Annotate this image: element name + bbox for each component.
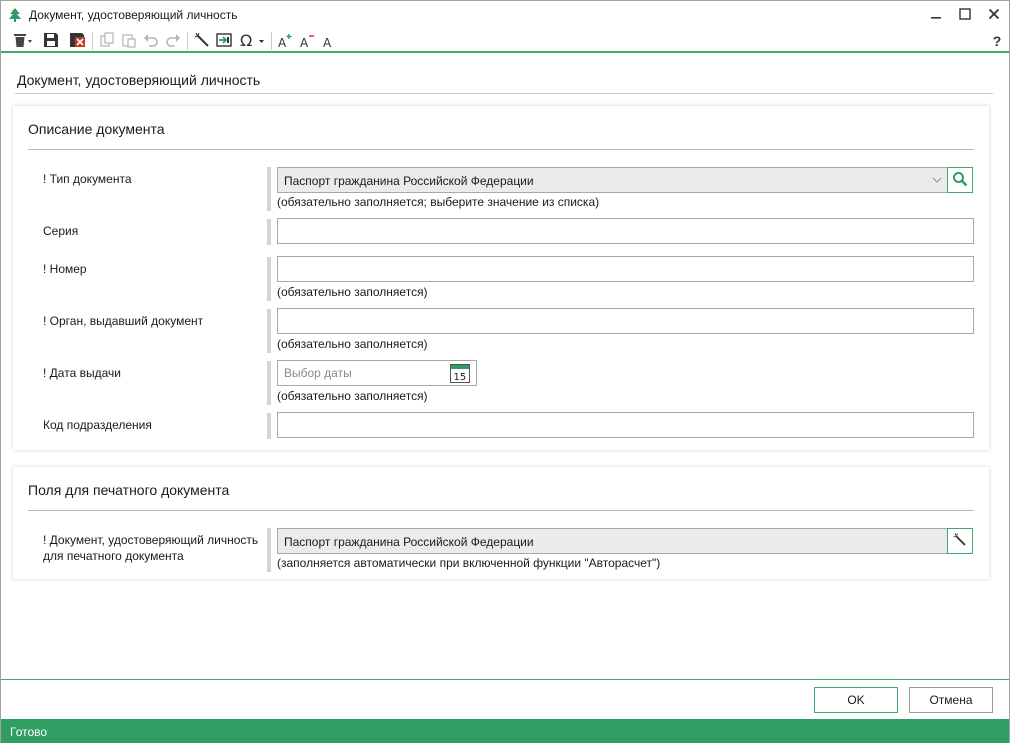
doc-type-select[interactable]: Паспорт гражданина Российской Федерации bbox=[277, 167, 948, 193]
paste-icon bbox=[121, 32, 137, 51]
svg-text:A: A bbox=[300, 36, 309, 48]
doc-type-value: Паспорт гражданина Российской Федерации bbox=[284, 174, 534, 188]
magic-wand-icon bbox=[194, 32, 210, 51]
delete-icon bbox=[12, 32, 34, 51]
print-doc-label-line1: ! Документ, удостоверяющий личность bbox=[43, 533, 259, 547]
save-close-icon bbox=[69, 32, 85, 51]
svg-text:A: A bbox=[278, 36, 287, 48]
series-field[interactable] bbox=[277, 218, 974, 244]
undo-icon bbox=[143, 32, 159, 51]
issue-date-input[interactable] bbox=[278, 361, 448, 385]
help-button[interactable]: ? bbox=[987, 31, 1007, 51]
panel-title: Описание документа bbox=[28, 121, 165, 137]
document-description-panel: Описание документа ! Тип документа Паспо… bbox=[13, 106, 989, 450]
print-doc-field[interactable]: Паспорт гражданина Российской Федерации bbox=[277, 528, 948, 554]
cancel-button[interactable]: Отмена bbox=[909, 687, 993, 713]
undo-button[interactable] bbox=[141, 31, 161, 51]
minimize-button[interactable] bbox=[925, 5, 947, 25]
print-doc-value: Паспорт гражданина Российской Федерации bbox=[284, 535, 534, 549]
maximize-icon bbox=[959, 7, 971, 23]
special-chars-button[interactable]: Ω bbox=[238, 31, 266, 51]
issuer-input[interactable] bbox=[278, 309, 973, 333]
magic-wand-icon bbox=[953, 532, 967, 550]
font-decrease-button[interactable]: A bbox=[297, 31, 317, 51]
toolbar-separator bbox=[187, 32, 188, 50]
redo-button[interactable] bbox=[163, 31, 183, 51]
search-icon bbox=[952, 171, 968, 190]
number-label: ! Номер bbox=[43, 262, 87, 276]
field-marker bbox=[267, 413, 271, 439]
doc-type-hint: (обязательно заполняется; выберите значе… bbox=[277, 195, 600, 209]
insert-field-button[interactable] bbox=[214, 31, 234, 51]
font-increase-icon: A bbox=[277, 32, 293, 51]
svg-text:A: A bbox=[323, 36, 332, 48]
save-icon bbox=[43, 32, 59, 51]
svg-text:Ω: Ω bbox=[240, 32, 252, 48]
minimize-icon bbox=[930, 8, 942, 23]
toolbar-separator bbox=[271, 32, 272, 50]
autocalc-button[interactable] bbox=[192, 31, 212, 51]
field-marker bbox=[267, 361, 271, 405]
number-input[interactable] bbox=[278, 257, 973, 281]
field-marker bbox=[267, 309, 271, 353]
font-normal-button[interactable]: A bbox=[319, 31, 339, 51]
delete-button[interactable] bbox=[9, 31, 37, 51]
font-increase-button[interactable]: A bbox=[275, 31, 295, 51]
app-tree-icon bbox=[7, 7, 23, 23]
panel-title: Поля для печатного документа bbox=[28, 482, 230, 498]
toolbar: Ω A A A ? bbox=[1, 29, 1009, 53]
footer-divider bbox=[1, 679, 1009, 680]
page-title-divider bbox=[15, 93, 993, 94]
page-title: Документ, удостоверяющий личность bbox=[17, 72, 261, 88]
title-bar: Документ, удостоверяющий личность bbox=[1, 1, 1009, 29]
number-field[interactable] bbox=[277, 256, 974, 282]
print-fields-panel: Поля для печатного документа ! Документ,… bbox=[13, 467, 989, 579]
print-doc-hint: (заполняется автоматически при включенно… bbox=[277, 556, 661, 570]
division-code-field[interactable] bbox=[277, 412, 974, 438]
panel-divider bbox=[28, 149, 974, 150]
field-marker bbox=[267, 219, 271, 245]
field-marker bbox=[267, 528, 271, 572]
calendar-icon[interactable]: 15 bbox=[450, 364, 470, 383]
status-text: Готово bbox=[10, 725, 48, 739]
save-close-button[interactable] bbox=[67, 31, 87, 51]
series-label: Серия bbox=[43, 224, 79, 238]
ok-button[interactable]: OK bbox=[814, 687, 898, 713]
division-code-label: Код подразделения bbox=[43, 418, 152, 432]
field-marker bbox=[267, 257, 271, 301]
panel-divider bbox=[28, 510, 974, 511]
toolbar-separator bbox=[92, 32, 93, 50]
calendar-day: 15 bbox=[454, 372, 467, 383]
issuer-field[interactable] bbox=[277, 308, 974, 334]
issue-date-hint: (обязательно заполняется) bbox=[277, 389, 428, 403]
issue-date-label: ! Дата выдачи bbox=[43, 366, 121, 380]
close-icon bbox=[988, 8, 1000, 23]
print-doc-label-line2: для печатного документа bbox=[43, 549, 184, 563]
issue-date-field[interactable]: 15 bbox=[277, 360, 477, 386]
series-input[interactable] bbox=[278, 219, 973, 243]
font-normal-icon: A bbox=[321, 32, 337, 51]
number-hint: (обязательно заполняется) bbox=[277, 285, 428, 299]
font-decrease-icon: A bbox=[299, 32, 315, 51]
doc-type-search-button[interactable] bbox=[947, 167, 973, 193]
copy-button[interactable] bbox=[97, 31, 117, 51]
omega-icon: Ω bbox=[239, 31, 265, 51]
field-marker bbox=[267, 167, 271, 211]
insert-field-icon bbox=[216, 32, 232, 51]
close-button[interactable] bbox=[983, 5, 1005, 25]
status-bar: Готово bbox=[1, 719, 1009, 743]
save-button[interactable] bbox=[41, 31, 61, 51]
issuer-label: ! Орган, выдавший документ bbox=[43, 314, 204, 328]
doc-type-label: ! Тип документа bbox=[43, 172, 132, 186]
copy-icon bbox=[99, 31, 115, 51]
window-title: Документ, удостоверяющий личность bbox=[29, 8, 238, 22]
redo-icon bbox=[165, 32, 181, 51]
paste-button[interactable] bbox=[119, 31, 139, 51]
chevron-down-icon[interactable] bbox=[931, 173, 943, 187]
maximize-button[interactable] bbox=[954, 5, 976, 25]
issuer-hint: (обязательно заполняется) bbox=[277, 337, 428, 351]
dialog-window: Документ, удостоверяющий личность Ω A A … bbox=[0, 0, 1010, 743]
autocalc-field-button[interactable] bbox=[947, 528, 973, 554]
division-code-input[interactable] bbox=[278, 413, 973, 437]
